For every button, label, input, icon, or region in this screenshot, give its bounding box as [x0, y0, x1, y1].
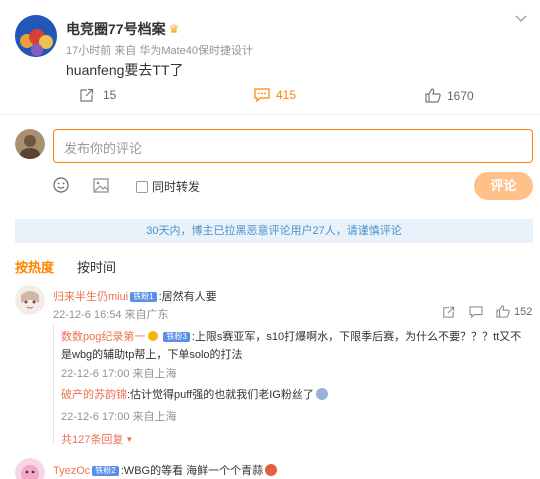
chevron-down-icon[interactable] — [515, 12, 527, 26]
submit-comment-label: 评论 — [490, 178, 517, 193]
comment-reply-icon[interactable] — [469, 306, 483, 321]
image-upload-icon[interactable] — [93, 178, 109, 196]
also-repost-checkbox[interactable] — [136, 180, 148, 193]
repost-button[interactable]: 15 — [79, 88, 116, 102]
reply-meta: 22-12-6 17:00 来自上海 — [61, 368, 177, 380]
fan-badge: 铁粉1 — [130, 292, 157, 302]
caret-down-icon: ▼ — [125, 434, 134, 444]
submit-comment-button[interactable]: 评论 — [474, 172, 533, 200]
reply-username[interactable]: 数数pog纪录第一 — [61, 331, 145, 343]
verified-icon — [148, 331, 159, 341]
current-user-avatar — [15, 129, 45, 159]
reply-text: :估计觉得puff强的也就我们老IG粉丝了 — [127, 389, 314, 401]
repost-icon — [80, 88, 94, 102]
repost-count: 15 — [103, 88, 117, 102]
divider — [0, 114, 540, 115]
comment-username[interactable]: TyezOc — [53, 465, 90, 477]
thumbs-up-icon — [425, 88, 441, 103]
more-replies-label: 共127条回复 — [61, 434, 124, 446]
like-button[interactable]: 1670 — [425, 88, 474, 103]
notice-text: 30天内，博主已拉黑恶意评论用户27人，请谨慎评论 — [146, 225, 402, 237]
tab-sort-hot[interactable]: 按热度 — [15, 257, 54, 276]
thumbs-up-icon — [496, 305, 510, 318]
emoji-sticker-icon — [265, 464, 278, 476]
comment-avatar[interactable] — [15, 458, 45, 479]
reply-thread-line — [53, 324, 54, 444]
post-meta: 17小时前 来自 华为Mate40保时捷设计 — [66, 45, 254, 57]
emoji-icon[interactable] — [53, 177, 69, 196]
comment-button[interactable]: 415 — [254, 88, 296, 102]
comment-icon — [254, 88, 270, 102]
comment-like-button[interactable]: 152 — [496, 305, 532, 318]
comment-input-placeholder: 发布你的评论 — [64, 141, 143, 156]
reply-item: 破产的苏韵锦:估计觉得puff强的也就我们老IG粉丝了 — [61, 387, 328, 403]
reply-username[interactable]: 破产的苏韵锦 — [61, 389, 127, 401]
comment-text: :居然有人要 — [158, 291, 217, 303]
comment-count: 415 — [276, 88, 297, 102]
post-author-name[interactable]: 电竞圈77号档案 — [66, 19, 166, 39]
reply-item: 数数pog纪录第一 铁粉3:上限s赛亚军，s10打爆啊水，下限季后赛，为什么不要？… — [61, 328, 531, 364]
comment-like-count: 152 — [514, 305, 533, 318]
comment-input[interactable]: 发布你的评论 — [53, 129, 533, 163]
more-replies-link[interactable]: 共127条回复 ▼ — [61, 431, 133, 447]
tab-sort-time[interactable]: 按时间 — [77, 257, 116, 276]
notice-banner: 30天内，博主已拉黑恶意评论用户27人，请谨慎评论 — [15, 219, 533, 243]
comment-repost-icon[interactable] — [442, 306, 455, 321]
post-author-avatar[interactable] — [15, 15, 57, 57]
comment-text: :WBG的等看 海鲜一个个青蒜 — [120, 465, 264, 477]
comment-avatar[interactable] — [15, 285, 45, 315]
reply-meta: 22-12-6 17:00 来自上海 — [61, 411, 177, 423]
emoji-sticker-icon — [315, 388, 328, 400]
fan-badge: 铁粉2 — [92, 466, 119, 476]
also-repost-label: 同时转发 — [152, 180, 201, 194]
post-text: huanfeng要去TT了 — [66, 62, 184, 78]
comment-username[interactable]: 归来半生仍miui — [53, 291, 128, 303]
fan-badge: 铁粉3 — [163, 332, 190, 342]
comment-meta: 22-12-6 16:54 来自广东 — [53, 309, 169, 321]
crown-icon: ♛ — [168, 22, 180, 36]
like-count: 1670 — [447, 88, 474, 103]
